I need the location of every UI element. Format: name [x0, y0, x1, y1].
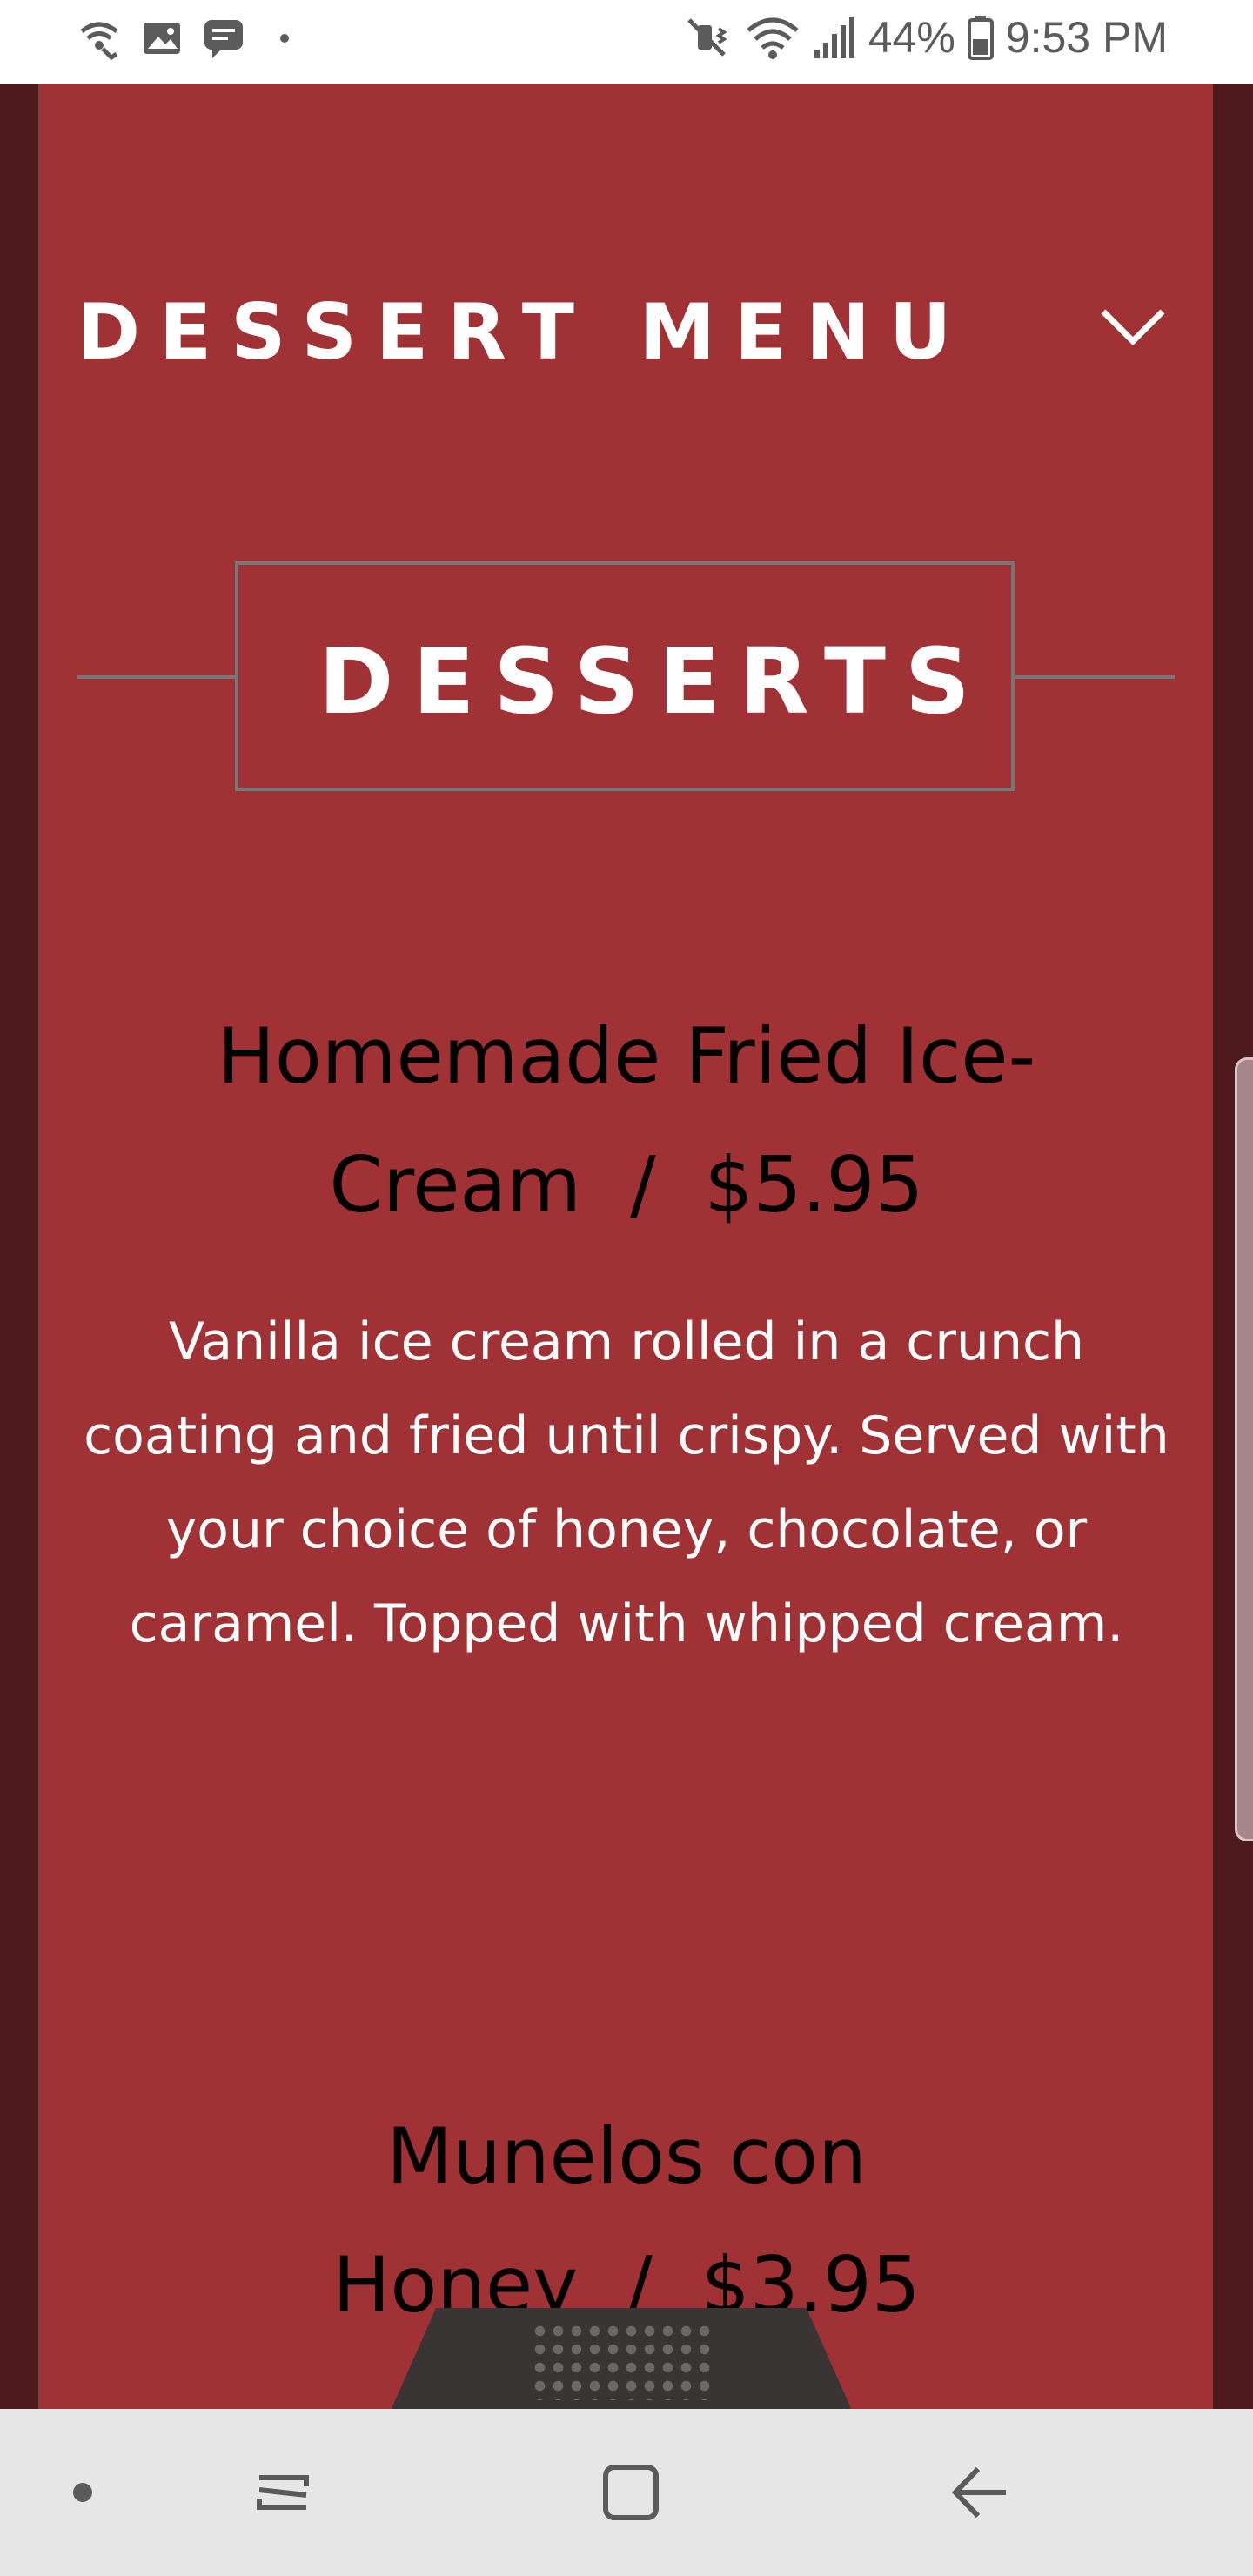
recents-button[interactable] [235, 2409, 331, 2576]
item-title-line1: Munelos con [386, 2111, 867, 2201]
item-title-line2: Cream / $5.95 [329, 1140, 924, 1230]
dessert-menu-title[interactable]: DESSERT MENU [77, 287, 970, 377]
category-title: DESSERTS [318, 628, 989, 735]
clock: 9:53 PM [1005, 13, 1168, 62]
navigation-bar [0, 2409, 1253, 2576]
divider-right [1015, 675, 1175, 679]
divider-left [77, 675, 235, 679]
grip-dots-icon [531, 2322, 714, 2400]
battery-percent: 44% [868, 13, 955, 62]
chevron-down-icon[interactable] [1098, 301, 1168, 353]
back-button[interactable] [933, 2409, 1029, 2576]
dot-icon [73, 2483, 92, 2502]
item-description: Vanilla ice cream rolled in a crunch coa… [84, 1311, 1169, 1654]
message-icon [204, 20, 243, 58]
image-icon [144, 23, 180, 54]
signal-icon [814, 17, 854, 58]
status-bar: 44% 9:53 PM [0, 0, 1253, 84]
back-icon [951, 2466, 1006, 2519]
dot-button[interactable] [52, 2409, 113, 2576]
status-right-icons: 44% 9:53 PM [684, 12, 1168, 63]
home-button[interactable] [583, 2409, 679, 2576]
wifi-call-icon [80, 22, 118, 61]
wifi-icon [747, 17, 799, 59]
mute-icon [687, 18, 727, 57]
left-margin [0, 84, 40, 2409]
status-left-icons [77, 16, 289, 61]
battery-icon [967, 16, 994, 60]
home-icon [603, 2465, 659, 2520]
item-title-line1: Homemade Fried Ice- [217, 1011, 1036, 1101]
recents-icon [257, 2475, 309, 2510]
notification-dot-icon [280, 34, 289, 43]
scrollbar-handle[interactable] [1235, 1057, 1253, 1841]
